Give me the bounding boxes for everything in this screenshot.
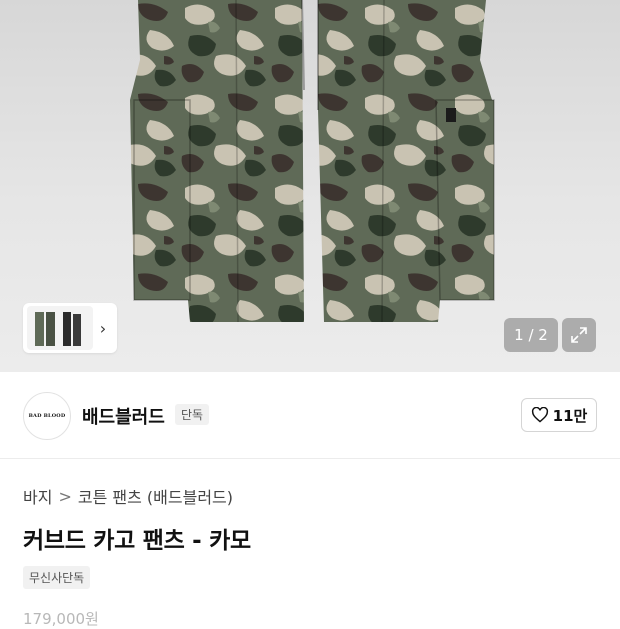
image-counter: 1 / 2	[504, 318, 558, 352]
brand-logo[interactable]: BAD BLOOD	[23, 392, 71, 440]
thumbnail-pants-icon	[35, 312, 81, 346]
brand-row: BAD BLOOD 배드블러드 단독 11만	[0, 372, 620, 459]
thumbnail-strip[interactable]: ›	[23, 303, 117, 353]
expand-icon[interactable]	[562, 318, 596, 352]
exclusive-tag: 무신사단독	[23, 566, 91, 589]
brand-name[interactable]: 배드블러드	[82, 403, 165, 429]
product-title: 커브드 카고 팬츠 - 카모	[23, 528, 251, 554]
like-count: 11만	[552, 406, 588, 425]
breadcrumb-category[interactable]: 바지	[23, 484, 52, 508]
breadcrumb-subcategory[interactable]: 코튼 팬츠 (배드블러드)	[78, 484, 233, 508]
heart-icon	[531, 407, 548, 423]
exclusive-badge: 단독	[175, 404, 210, 425]
thumbnail-image[interactable]	[27, 306, 93, 350]
expand-glyph	[571, 327, 587, 343]
brand-logo-text: BAD BLOOD	[28, 413, 66, 419]
like-button[interactable]: 11만	[521, 398, 597, 432]
product-price: 179,000원	[23, 610, 99, 628]
breadcrumb: 바지 > 코튼 팬츠 (배드블러드)	[23, 484, 233, 508]
product-image-gallery[interactable]: › 1 / 2	[0, 0, 620, 372]
chevron-right-icon[interactable]: ›	[93, 319, 113, 338]
chevron-right-icon: >	[58, 486, 72, 506]
